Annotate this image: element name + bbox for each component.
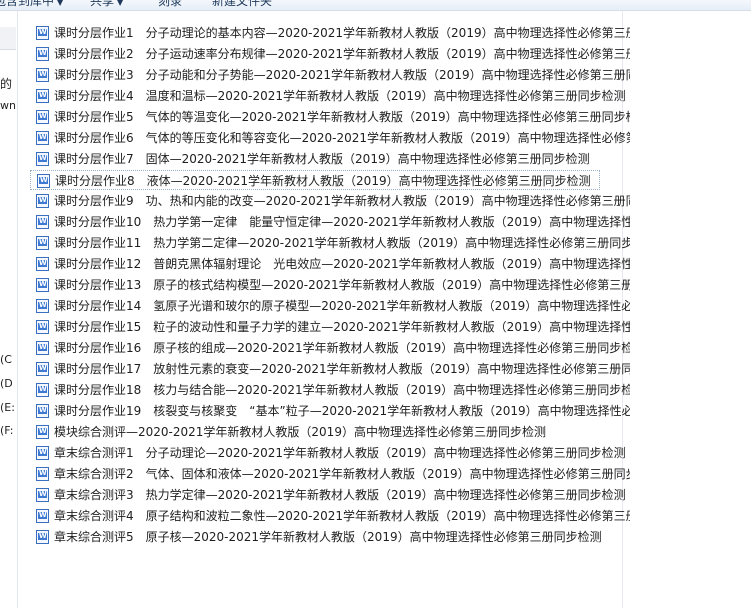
word-document-icon [36,383,49,397]
word-document-icon [36,425,49,439]
file-row[interactable]: 课时分层作业15 粒子的波动性和量子力学的建立—2020-2021学年新教材人教… [30,317,630,337]
nav-item-fragment[interactable]: 的 [0,75,12,92]
file-row[interactable]: 课时分层作业5 气体的等温变化—2020-2021学年新教材人教版（2019）高… [30,107,630,127]
file-row[interactable]: 课时分层作业3 分子动能和分子势能—2020-2021学年新教材人教版（2019… [30,65,630,85]
file-name: 课时分层作业11 热力学第二定律—2020-2021学年新教材人教版（2019）… [54,236,630,250]
file-row[interactable]: 课时分层作业18 核力与结合能—2020-2021学年新教材人教版（2019）高… [30,380,630,400]
share-label: 共享 [90,0,115,8]
nav-drive-c[interactable]: (C [0,353,12,366]
file-row[interactable]: 章末综合测评1 分子动理论—2020-2021学年新教材人教版（2019）高中物… [30,443,630,463]
file-name: 课时分层作业15 粒子的波动性和量子力学的建立—2020-2021学年新教材人教… [54,320,630,334]
nav-drive-d[interactable]: (D [0,377,13,390]
file-row[interactable]: 课时分层作业9 功、热和内能的改变—2020-2021学年新教材人教版（2019… [30,191,630,211]
file-name: 章末综合测评3 热力学定律—2020-2021学年新教材人教版（2019）高中物… [54,488,626,502]
file-name: 课时分层作业16 原子核的组成—2020-2021学年新教材人教版（2019）高… [54,341,630,355]
new-folder-label: 新建文件夹 [212,0,273,8]
word-document-icon [36,47,49,61]
burn-button[interactable]: 刻录 [158,0,182,9]
file-name: 课时分层作业3 分子动能和分子势能—2020-2021学年新教材人教版（2019… [54,68,630,82]
word-document-icon [36,68,49,82]
file-name: 课时分层作业10 热力学第一定律 能量守恒定律—2020-2021学年新教材人教… [54,215,630,229]
file-row[interactable]: 课时分层作业13 原子的核式结构模型—2020-2021学年新教材人教版（201… [30,275,630,295]
navigation-pane[interactable]: 的 wnl (C (D (E: (F: [0,11,18,608]
file-row[interactable]: 章末综合测评4 原子结构和波粒二象性—2020-2021学年新教材人教版（201… [30,506,630,526]
file-name: 课时分层作业4 温度和温标—2020-2021学年新教材人教版（2019）高中物… [54,89,626,103]
file-row[interactable]: 章末综合测评3 热力学定律—2020-2021学年新教材人教版（2019）高中物… [30,485,630,505]
word-document-icon [36,194,49,208]
file-name: 课时分层作业17 放射性元素的衰变—2020-2021学年新教材人教版（2019… [54,362,630,376]
chevron-down-icon: ▼ [117,0,124,7]
word-document-icon [36,152,49,166]
file-name: 章末综合测评5 原子核—2020-2021学年新教材人教版（2019）高中物理选… [54,530,602,544]
file-name: 课时分层作业8 液体—2020-2021学年新教材人教版（2019）高中物理选择… [55,174,591,188]
word-document-icon [36,236,49,250]
file-row[interactable]: 课时分层作业12 普朗克黑体辐射理论 光电效应—2020-2021学年新教材人教… [30,254,630,274]
word-document-icon [36,110,49,124]
chevron-down-icon: ▼ [57,0,64,7]
file-row[interactable]: 模块综合测评—2020-2021学年新教材人教版（2019）高中物理选择性必修第… [30,422,630,442]
word-document-icon [37,174,50,188]
word-document-icon [36,467,49,481]
nav-item-fragment[interactable]: wnl [0,99,17,112]
word-document-icon [36,362,49,376]
file-row[interactable]: 课时分层作业10 热力学第一定律 能量守恒定律—2020-2021学年新教材人教… [30,212,630,232]
file-row[interactable]: 课时分层作业7 固体—2020-2021学年新教材人教版（2019）高中物理选择… [30,149,630,169]
word-document-icon [36,320,49,334]
word-document-icon [36,341,49,355]
nav-drive-f[interactable]: (F: [0,424,13,437]
word-document-icon [36,215,49,229]
file-name: 课时分层作业6 气体的等压变化和等容变化—2020-2021学年新教材人教版（2… [54,131,630,145]
word-document-icon [36,404,49,418]
burn-label: 刻录 [158,0,183,8]
file-name: 章末综合测评2 气体、固体和液体—2020-2021学年新教材人教版（2019）… [54,467,630,481]
file-row[interactable]: 章末综合测评2 气体、固体和液体—2020-2021学年新教材人教版（2019）… [30,464,630,484]
file-row[interactable]: 课时分层作业1 分子动理论的基本内容—2020-2021学年新教材人教版（201… [30,23,630,43]
file-name: 章末综合测评4 原子结构和波粒二象性—2020-2021学年新教材人教版（201… [54,509,630,523]
file-row[interactable]: 课时分层作业2 分子运动速率分布规律—2020-2021学年新教材人教版（201… [30,44,630,64]
share-button[interactable]: 共享 ▼ [90,0,123,9]
file-row[interactable]: 章末综合测评5 原子核—2020-2021学年新教材人教版（2019）高中物理选… [30,527,630,547]
nav-drive-e[interactable]: (E: [0,401,15,414]
file-row[interactable]: 课时分层作业11 热力学第二定律—2020-2021学年新教材人教版（2019）… [30,233,630,253]
word-document-icon [36,488,49,502]
word-document-icon [36,299,49,313]
file-name: 课时分层作业9 功、热和内能的改变—2020-2021学年新教材人教版（2019… [54,194,630,208]
word-document-icon [36,131,49,145]
word-document-icon [36,26,49,40]
word-document-icon [36,509,49,523]
file-row[interactable]: 课时分层作业6 气体的等压变化和等容变化—2020-2021学年新教材人教版（2… [30,128,630,148]
file-row[interactable]: 课时分层作业17 放射性元素的衰变—2020-2021学年新教材人教版（2019… [30,359,630,379]
file-name: 课时分层作业18 核力与结合能—2020-2021学年新教材人教版（2019）高… [54,383,630,397]
file-name: 章末综合测评1 分子动理论—2020-2021学年新教材人教版（2019）高中物… [54,446,626,460]
file-row[interactable]: 课时分层作业19 核裂变与核聚变 “基本”粒子—2020-2021学年新教材人教… [30,401,630,421]
file-list[interactable]: 课时分层作业1 分子动理论的基本内容—2020-2021学年新教材人教版（201… [18,11,751,608]
include-in-library-label: 包含到库中 [0,0,55,8]
file-row[interactable]: 课时分层作业14 氢原子光谱和玻尔的原子模型—2020-2021学年新教材人教版… [30,296,630,316]
word-document-icon [36,89,49,103]
file-name: 课时分层作业19 核裂变与核聚变 “基本”粒子—2020-2021学年新教材人教… [54,404,630,418]
new-folder-button[interactable]: 新建文件夹 [212,0,272,9]
file-name: 课时分层作业1 分子动理论的基本内容—2020-2021学年新教材人教版（201… [54,26,630,40]
file-name: 课时分层作业12 普朗克黑体辐射理论 光电效应—2020-2021学年新教材人教… [54,257,630,271]
file-name: 课时分层作业7 固体—2020-2021学年新教材人教版（2019）高中物理选择… [54,152,590,166]
file-name: 课时分层作业5 气体的等温变化—2020-2021学年新教材人教版（2019）高… [54,110,630,124]
word-document-icon [36,530,49,544]
file-row-selected[interactable]: 课时分层作业8 液体—2020-2021学年新教材人教版（2019）高中物理选择… [30,170,600,190]
file-name: 课时分层作业13 原子的核式结构模型—2020-2021学年新教材人教版（201… [54,278,630,292]
word-document-icon [36,278,49,292]
file-name: 模块综合测评—2020-2021学年新教材人教版（2019）高中物理选择性必修第… [54,425,546,439]
file-row[interactable]: 课时分层作业4 温度和温标—2020-2021学年新教材人教版（2019）高中物… [30,86,630,106]
nav-selected-item[interactable] [0,27,16,50]
include-in-library-button[interactable]: 包含到库中 ▼ [0,0,63,9]
file-name: 课时分层作业14 氢原子光谱和玻尔的原子模型—2020-2021学年新教材人教版… [54,299,630,313]
command-bar: 包含到库中 ▼ 共享 ▼ 刻录 新建文件夹 [0,0,751,11]
file-row[interactable]: 课时分层作业16 原子核的组成—2020-2021学年新教材人教版（2019）高… [30,338,630,358]
word-document-icon [36,446,49,460]
word-document-icon [36,257,49,271]
file-name: 课时分层作业2 分子运动速率分布规律—2020-2021学年新教材人教版（201… [54,47,630,61]
